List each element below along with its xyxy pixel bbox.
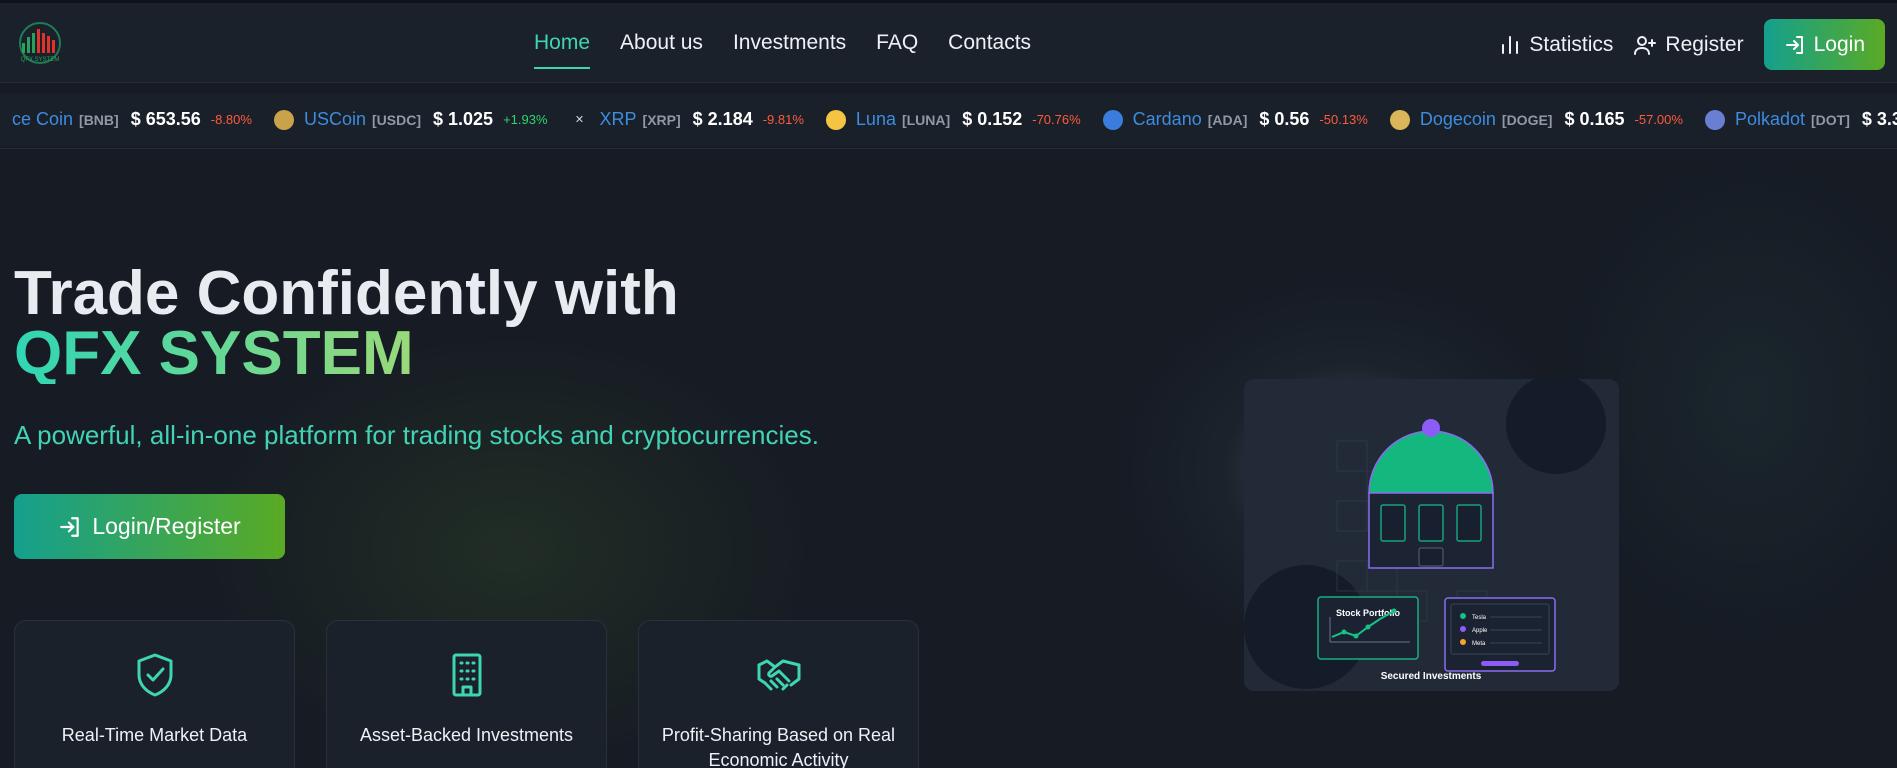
ticker-track: ce Coin [BNB] $ 653.56 -8.80% USCoin [USDC] $ … (12, 93, 1897, 146)
divider (0, 148, 1897, 149)
list-item-label: Tesla (1472, 615, 1487, 621)
nav-contacts[interactable]: Contacts (948, 31, 1031, 69)
ticker-price: $ 3.352 (1861, 109, 1897, 129)
user-plus-icon (1634, 35, 1657, 55)
cta-label: Login/Register (92, 513, 241, 539)
hero-brand: QFX SYSTEM (14, 319, 414, 388)
ticker-change: +1.93% (503, 112, 548, 127)
ticker-name: XRP (599, 109, 637, 129)
polkadot-icon (1704, 109, 1725, 130)
ticker-symbol: [ADA] (1207, 111, 1248, 128)
ticker-name: ce Coin (12, 109, 74, 129)
feature-card: Profit-Sharing Based on Real Economic Ac… (638, 620, 919, 768)
secured-investments-illustration: Stock Portfolio Tesla Apple Meta Secured… (1244, 379, 1619, 691)
site-header: QFX SYSTEM Home About us Investments FAQ… (0, 0, 1897, 83)
ticker-change: -70.76% (1032, 112, 1081, 127)
main-nav: Home About us Investments FAQ Contacts (534, 31, 1061, 69)
nav-home[interactable]: Home (534, 31, 591, 69)
feature-card: Real-Time Market Data (14, 620, 295, 768)
ticker-item[interactable]: ✕ XRP [XRP] $ 2.184 -9.81% (570, 109, 804, 130)
shield-check-icon (133, 651, 177, 704)
ticker-name: USCoin (303, 109, 366, 129)
nav-faq[interactable]: FAQ (876, 31, 918, 69)
ticker-price: $ 0.152 (962, 109, 1023, 129)
cardano-icon (1102, 109, 1123, 130)
account-nav: Statistics Register Login (1499, 19, 1885, 70)
statistics-label: Statistics (1529, 32, 1614, 56)
feature-card: Asset-Backed Investments (326, 620, 607, 768)
usdc-icon (273, 109, 294, 130)
ticker-price: $ 0.56 (1259, 109, 1310, 129)
hero-subtitle: A powerful, all-in-one platform for trad… (14, 420, 819, 450)
login-register-button[interactable]: Login/Register (14, 494, 285, 559)
ticker-symbol: [USDC] (372, 111, 421, 128)
ticker-item[interactable]: Cardano [ADA] $ 0.56 -50.13% (1102, 109, 1368, 130)
register-label: Register (1665, 32, 1744, 56)
ticker-change: -8.80% (210, 112, 252, 127)
nav-about-us[interactable]: About us (620, 31, 703, 69)
building-icon (445, 651, 489, 704)
ticker-symbol: [XRP] (642, 111, 681, 128)
ticker-item[interactable]: USCoin [USDC] $ 1.025 +1.93% (273, 109, 548, 130)
ticker-price: $ 2.184 (692, 109, 753, 129)
ticker-symbol: [LUNA] (901, 111, 951, 128)
ticker-symbol: [DOT] (1811, 111, 1850, 128)
ticker-change: -50.13% (1319, 112, 1368, 127)
ticker-item[interactable]: Polkadot[DOT]$ 3.352-59.63 (1704, 109, 1897, 130)
ticker-name: Luna (855, 109, 896, 129)
bar-chart-icon (1502, 35, 1519, 54)
login-icon (1785, 35, 1803, 54)
illustration-caption: Secured Investments (1381, 671, 1482, 682)
ticker-price: $ 653.56 (130, 109, 201, 129)
ticker-name: Cardano (1132, 109, 1202, 129)
nav-investments[interactable]: Investments (733, 31, 846, 69)
feature-label: Real-Time Market Data (61, 725, 248, 745)
ticker-symbol: [DOGE] (1501, 111, 1553, 128)
crypto-ticker: ce Coin [BNB] $ 653.56 -8.80% USCoin [USDC] $ … (0, 93, 1897, 146)
ticker-price: $ 1.025 (433, 109, 494, 129)
statistics-link[interactable]: Statistics (1499, 33, 1613, 57)
logo-text: QFX SYSTEM (21, 57, 60, 63)
luna-icon (825, 109, 846, 130)
qfx-logo[interactable]: QFX SYSTEM (14, 21, 66, 67)
ticker-price: $ 0.165 (1564, 109, 1625, 129)
ticker-symbol: [BNB] (79, 111, 119, 128)
login-button[interactable]: Login (1763, 19, 1885, 70)
list-item-label: Meta (1472, 641, 1486, 647)
ticker-change: -57.00% (1634, 112, 1683, 127)
login-label: Login (1813, 32, 1865, 56)
ticker-change: -9.81% (762, 112, 804, 127)
feature-label: Asset-Backed Investments (359, 725, 574, 745)
ticker-item[interactable]: ce Coin [BNB] $ 653.56 -8.80% (12, 109, 252, 130)
login-icon (60, 516, 80, 537)
dogecoin-icon (1389, 109, 1410, 130)
register-link[interactable]: Register (1633, 32, 1744, 57)
ticker-name: Polkadot (1734, 109, 1806, 129)
ticker-name: Dogecoin (1419, 109, 1496, 129)
ticker-item[interactable]: Luna [LUNA] $ 0.152 -70.76% (825, 109, 1081, 130)
ticker-item[interactable]: Dogecoin [DOGE] $ 0.165 -57.00% (1389, 109, 1683, 130)
hero-title: Trade Confidently with (14, 259, 679, 328)
list-item-label: Apple (1472, 628, 1488, 634)
xrp-icon: ✕ (574, 114, 585, 126)
feature-label: Profit-Sharing Based on Real Economic Ac… (661, 725, 896, 768)
handshake-icon (755, 651, 803, 704)
